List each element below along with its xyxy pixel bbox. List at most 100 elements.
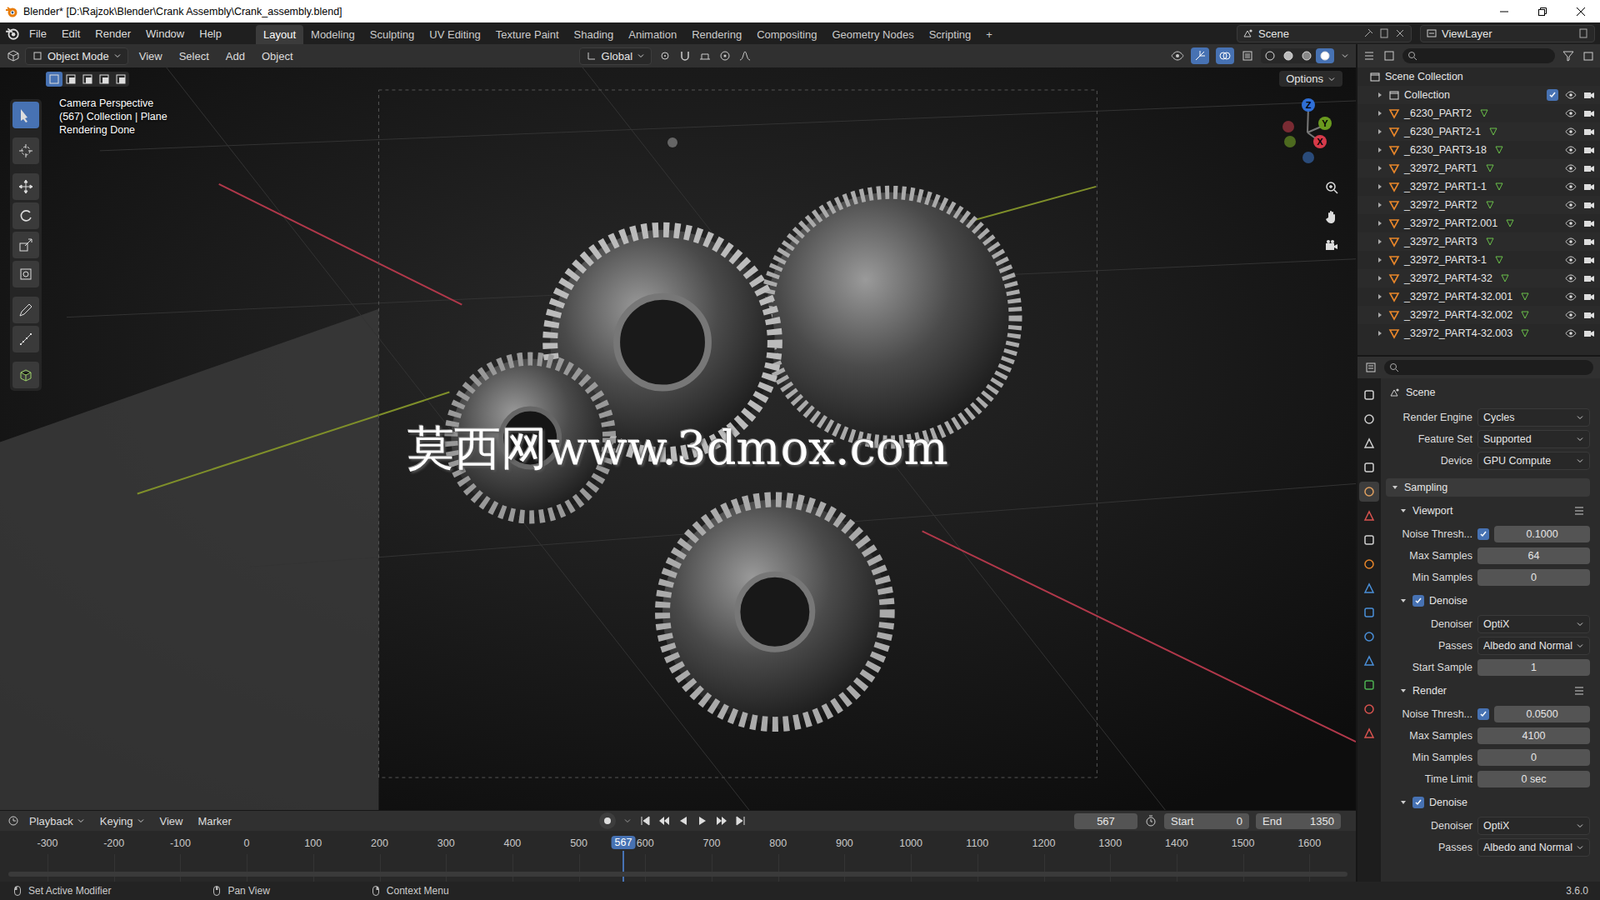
outliner-row[interactable]: _6230_PART3-18	[1357, 140, 1600, 160]
property-number-field[interactable]: 0	[1477, 569, 1590, 586]
menu-item[interactable]: Window	[140, 25, 190, 42]
mesh-data-icon[interactable]	[1520, 291, 1530, 302]
close-button[interactable]	[1561, 0, 1600, 23]
property-number-field[interactable]: 1	[1477, 659, 1590, 676]
properties-tab[interactable]	[1359, 626, 1380, 647]
snap-icon[interactable]	[678, 49, 692, 63]
outliner-row[interactable]: _32972_PART4-32.002	[1357, 305, 1600, 325]
mesh-data-icon[interactable]	[1494, 181, 1505, 192]
snap-target-icon[interactable]	[698, 49, 712, 63]
workspace-tab[interactable]: Scripting	[921, 25, 980, 45]
eye-icon[interactable]	[1565, 107, 1577, 120]
mesh-data-icon[interactable]	[1520, 328, 1530, 339]
properties-tab[interactable]	[1359, 457, 1380, 478]
shading-options-icon[interactable]	[1340, 51, 1350, 60]
eye-icon[interactable]	[1565, 217, 1577, 230]
render-camera-icon[interactable]	[1583, 254, 1595, 266]
xray-icon[interactable]	[1240, 49, 1255, 63]
gizmo-toggle[interactable]	[1190, 47, 1210, 65]
view-layer-selector[interactable]: ViewLayer	[1420, 25, 1595, 43]
workspace-tab[interactable]: Sculpting	[362, 25, 422, 45]
outliner-row[interactable]: _32972_PART4-32.001	[1357, 287, 1600, 306]
expand-arrow-icon[interactable]	[1375, 90, 1385, 100]
expand-arrow-icon[interactable]	[1375, 164, 1385, 173]
properties-tab[interactable]	[1359, 578, 1380, 599]
mesh-data-icon[interactable]	[1505, 218, 1515, 229]
next-key-icon[interactable]	[715, 815, 728, 827]
start-frame-field[interactable]: Start0	[1164, 813, 1250, 830]
denoise-panel-header[interactable]: Denoise	[1385, 590, 1590, 612]
axis-label[interactable]: Y	[1318, 116, 1332, 130]
workspace-tab[interactable]: Layout	[255, 25, 304, 45]
render-camera-icon[interactable]	[1583, 162, 1595, 175]
presets-list-icon[interactable]	[1573, 505, 1585, 517]
pivot-icon[interactable]	[658, 49, 672, 63]
property-checkbox[interactable]	[1477, 528, 1490, 540]
mesh-data-icon[interactable]	[1494, 255, 1505, 265]
viewport-menu[interactable]: Select	[173, 48, 215, 65]
render-camera-icon[interactable]	[1583, 89, 1595, 101]
property-dropdown[interactable]: Albedo and Normal	[1477, 838, 1590, 857]
workspace-tab[interactable]: UV Editing	[421, 25, 488, 45]
render-camera-icon[interactable]	[1583, 217, 1595, 230]
preview-range-icon[interactable]	[1144, 814, 1158, 828]
eye-icon[interactable]	[1565, 180, 1577, 193]
expand-arrow-icon[interactable]	[1375, 127, 1385, 136]
outliner-search[interactable]	[1402, 48, 1555, 64]
new-layer-icon[interactable]	[1577, 27, 1590, 40]
render-camera-icon[interactable]	[1583, 327, 1595, 340]
mesh-data-icon[interactable]	[1485, 236, 1495, 247]
property-dropdown[interactable]: Cycles	[1477, 408, 1590, 427]
add-workspace-button[interactable]: +	[978, 25, 1000, 45]
denoise-checkbox[interactable]	[1412, 796, 1425, 809]
tool-button[interactable]	[12, 101, 40, 129]
denoise-checkbox[interactable]	[1412, 595, 1425, 607]
3d-viewport[interactable]: Options Camera Perspective(567) Collecti…	[0, 67, 1356, 810]
workspace-tab[interactable]: Texture Paint	[488, 25, 567, 45]
expand-arrow-icon[interactable]	[1375, 200, 1385, 210]
orientation-dropdown[interactable]: Global	[579, 47, 653, 65]
tool-button[interactable]	[12, 202, 40, 230]
select-mode-button[interactable]	[95, 71, 113, 87]
record-options-icon[interactable]	[623, 816, 632, 825]
properties-tab[interactable]	[1359, 481, 1380, 502]
tool-button[interactable]	[12, 173, 40, 200]
mesh-data-icon[interactable]	[1500, 273, 1510, 284]
property-number-field[interactable]: 0.1000	[1494, 525, 1590, 543]
eye-icon[interactable]	[1565, 199, 1577, 211]
outliner-row[interactable]: _32972_PART1-1	[1357, 177, 1600, 196]
current-frame-field[interactable]: 567	[1074, 813, 1138, 830]
eye-icon[interactable]	[1565, 125, 1577, 138]
menu-item[interactable]: Edit	[55, 25, 86, 42]
viewport-menu[interactable]: Add	[220, 48, 251, 65]
properties-search[interactable]	[1384, 360, 1594, 375]
property-number-field[interactable]: 0.0500	[1494, 705, 1590, 723]
shading-mode-button[interactable]	[1315, 48, 1335, 64]
mesh-data-icon[interactable]	[1485, 200, 1495, 210]
properties-tab[interactable]	[1359, 723, 1380, 744]
axis-label[interactable]: Z	[1301, 98, 1315, 112]
render-camera-icon[interactable]	[1583, 199, 1595, 211]
new-collection-icon[interactable]	[1581, 49, 1595, 63]
outliner-row[interactable]: _32972_PART2.001	[1357, 214, 1600, 233]
timeline-menu[interactable]: Marker	[191, 813, 237, 830]
render-camera-icon[interactable]	[1583, 309, 1595, 321]
expand-arrow-icon[interactable]	[1375, 329, 1385, 338]
expand-arrow-icon[interactable]	[1375, 182, 1385, 191]
workspace-tab[interactable]: Shading	[566, 25, 622, 45]
eye-icon[interactable]	[1565, 162, 1577, 175]
subpanel-header[interactable]: Render	[1385, 680, 1590, 702]
render-camera-icon[interactable]	[1583, 180, 1595, 193]
subpanel-header[interactable]: Viewport	[1385, 500, 1590, 522]
zoom-button[interactable]	[1320, 175, 1344, 200]
properties-tab[interactable]	[1359, 675, 1380, 695]
eye-icon[interactable]	[1565, 309, 1577, 321]
render-camera-icon[interactable]	[1583, 125, 1595, 138]
pan-button[interactable]	[1320, 205, 1344, 229]
minimize-button[interactable]	[1485, 0, 1524, 23]
outliner-editor-icon[interactable]	[1362, 49, 1376, 63]
property-number-field[interactable]: 0	[1477, 749, 1590, 766]
viewport-menu[interactable]: Object	[255, 48, 300, 65]
mesh-data-icon[interactable]	[1488, 126, 1499, 137]
mesh-data-icon[interactable]	[1479, 108, 1490, 119]
